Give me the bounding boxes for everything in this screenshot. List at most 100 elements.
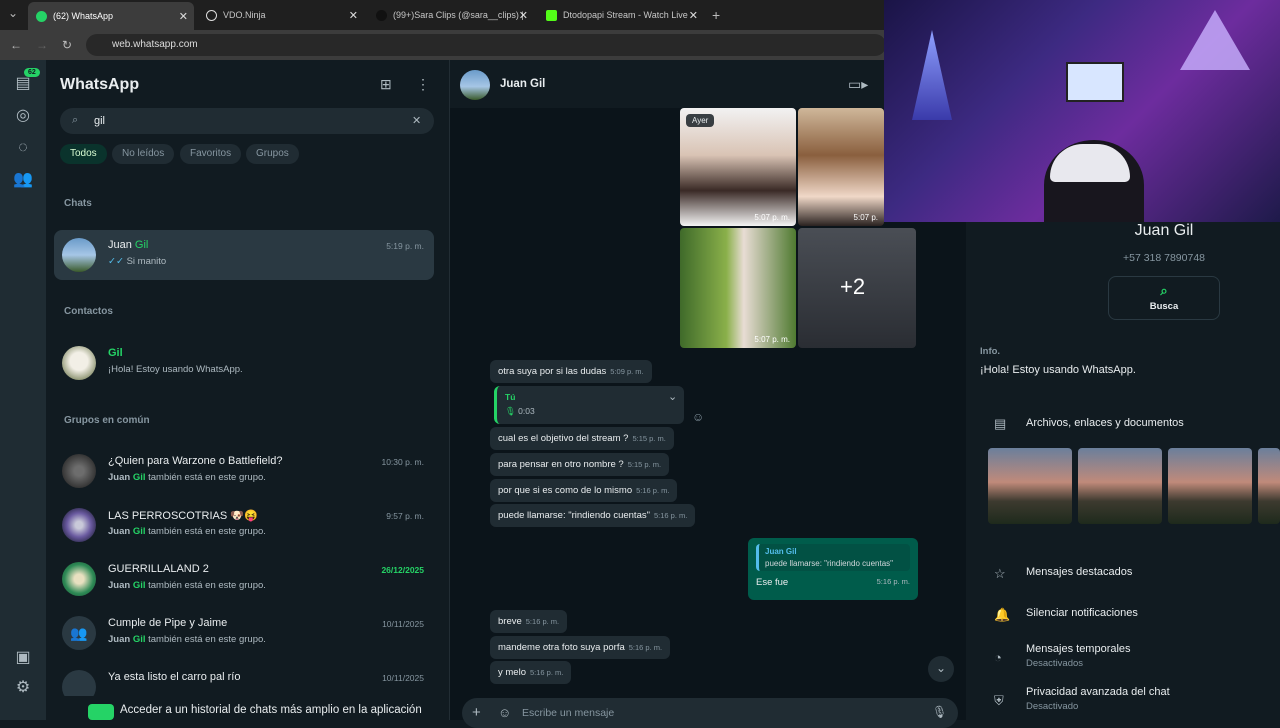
group-sub: Juan Gil también está en este grupo.	[108, 634, 266, 645]
more-count: +2	[840, 274, 866, 299]
chats-icon[interactable]: ▤	[13, 74, 33, 94]
chat-last-message: ✓✓ Si manito	[108, 256, 167, 267]
message-in: otra suya por si las dudas 5:09 p. m.	[490, 360, 652, 383]
group-row[interactable]: LAS PERROSCOTRIAS 🐶😝 Juan Gil también es…	[54, 500, 434, 550]
group-name: GUERRILLALAND 2	[108, 563, 209, 575]
menu-icon[interactable]: ⋮	[416, 76, 430, 93]
voice-message[interactable]: Tú 🎙 0:03	[494, 386, 684, 424]
message-in: cual es el objetivo del stream ? 5:15 p. …	[490, 427, 674, 450]
tab-close-icon[interactable]: ✕	[689, 9, 698, 22]
photo-time: 5:07 p. m.	[754, 213, 790, 222]
photo-thumbnail[interactable]: 5:07 p. m.	[680, 228, 796, 348]
advanced-privacy[interactable]: Privacidad avanzada del chat Desactivado	[1026, 686, 1170, 712]
url-field[interactable]: web.whatsapp.com	[86, 34, 886, 56]
group-name: Ya esta listo el carro pal río	[108, 671, 241, 683]
communities-icon[interactable]: 👥	[13, 170, 33, 190]
vdo-favicon-icon	[206, 9, 217, 21]
group-sub: Juan Gil también está en este grupo.	[108, 526, 266, 537]
group-row[interactable]: 👥 Cumple de Pipe y Jaime Juan Gil tambié…	[54, 608, 434, 658]
filter-all[interactable]: Todos	[60, 144, 107, 164]
attach-plus-icon[interactable]: +	[472, 704, 481, 721]
disappearing-messages[interactable]: Mensajes temporales Desactivados	[1026, 643, 1131, 669]
group-row[interactable]: ¿Quien para Warzone o Battlefield? Juan …	[54, 446, 434, 496]
emoji-icon[interactable]: ☺	[498, 705, 511, 720]
quoted-message[interactable]: Juan Gil puede llamarse: "rindiendo cuen…	[756, 544, 910, 571]
contact-avatar[interactable]	[460, 70, 490, 100]
filter-groups[interactable]: Grupos	[246, 144, 299, 164]
video-call-icon[interactable]: ▭▸	[848, 76, 868, 93]
bell-icon: 🔔	[994, 607, 1011, 622]
clear-search-icon[interactable]: ✕	[412, 114, 421, 127]
mic-icon: 🎙	[505, 406, 516, 416]
group-name: ¿Quien para Warzone o Battlefield?	[108, 455, 283, 467]
contact-name[interactable]: Juan Gil	[500, 78, 545, 90]
media-thumbnail[interactable]	[1078, 448, 1162, 524]
tab-close-icon[interactable]: ✕	[349, 9, 358, 22]
info-about: ¡Hola! Estoy usando WhatsApp.	[980, 364, 1136, 376]
react-emoji-icon[interactable]: ☺	[692, 410, 704, 424]
voice-duration: 🎙 0:03	[505, 406, 535, 416]
photo-thumbnail[interactable]: 5:07 p.	[798, 108, 884, 226]
status-icon[interactable]: ◎	[13, 106, 33, 126]
group-row[interactable]: Ya esta listo el carro pal río 10/11/202…	[54, 662, 434, 696]
section-contacts: Contactos	[64, 306, 113, 317]
chat-time: 5:19 p. m.	[386, 241, 424, 251]
filter-favorites[interactable]: Favoritos	[180, 144, 242, 164]
whatsapp-logo-icon	[88, 704, 114, 720]
search-icon: ⌕	[72, 114, 79, 126]
chat-name: Juan Gil	[108, 239, 149, 251]
section-groups: Grupos en común	[64, 415, 150, 426]
quoted-text: puede llamarse: "rindiendo cuentas"	[765, 559, 893, 568]
starred-messages[interactable]: Mensajes destacados	[1026, 566, 1132, 578]
tab-label: (62) WhatsApp	[53, 11, 114, 21]
message-input[interactable]: Escribe un mensaje	[462, 698, 958, 728]
avatar	[62, 508, 96, 542]
tab-tiktok[interactable]: (99+)Sara Clips (@sara__clips) | ✕	[368, 4, 534, 26]
avatar	[62, 562, 96, 596]
photo-time: 5:07 p.	[853, 213, 878, 222]
message-menu-chevron-icon[interactable]: ⌄	[668, 390, 677, 403]
photo-thumbnail[interactable]: Ayer 5:07 p. m.	[680, 108, 796, 226]
triangle-decoration	[912, 30, 952, 120]
media-thumbnail[interactable]	[1258, 448, 1280, 524]
star-icon: ☆	[994, 566, 1006, 581]
tab-whatsapp[interactable]: (62) WhatsApp ✕	[28, 2, 194, 30]
search-icon: ⌕	[1160, 283, 1168, 298]
media-thumbnail[interactable]	[988, 448, 1072, 524]
group-sub: Juan Gil también está en este grupo.	[108, 580, 266, 591]
search-input[interactable]: gil	[60, 108, 434, 134]
avatar	[62, 454, 96, 488]
reload-icon[interactable]: ↻	[62, 38, 72, 52]
timer-icon: ◔	[994, 650, 1002, 665]
tab-close-icon[interactable]: ✕	[519, 9, 528, 22]
desktop-app-banner[interactable]: Acceder a un historial de chats más ampl…	[120, 704, 476, 724]
forward-icon[interactable]: →	[36, 38, 48, 52]
channels-icon[interactable]: ◌	[13, 138, 33, 158]
media-thumbnail[interactable]	[1168, 448, 1252, 524]
voice-sender: Tú	[505, 392, 516, 402]
search-in-chat-button[interactable]: ⌕ Busca	[1108, 276, 1220, 320]
microphone-icon[interactable]: 🎙	[932, 705, 947, 719]
contact-row-gil[interactable]: Gil ¡Hola! Estoy usando WhatsApp.	[54, 338, 434, 388]
tab-close-icon[interactable]: ✕	[179, 10, 188, 23]
info-label: Info.	[980, 346, 1001, 357]
new-chat-icon[interactable]: ⊞	[380, 76, 392, 93]
back-icon[interactable]: ←	[10, 38, 22, 52]
tab-vdo-ninja[interactable]: VDO.Ninja ✕	[198, 4, 364, 26]
settings-icon[interactable]: ⚙	[13, 678, 33, 698]
files-links-docs[interactable]: Archivos, enlaces y documentos	[1026, 417, 1184, 429]
group-row[interactable]: GUERRILLALAND 2 Juan Gil también está en…	[54, 554, 434, 604]
shield-icon: ⛨	[994, 693, 1004, 708]
tab-kick[interactable]: Dtodopapi Stream - Watch Live ✕	[538, 4, 704, 26]
new-tab-icon[interactable]: +	[712, 7, 720, 23]
filter-unread[interactable]: No leídos	[112, 144, 175, 164]
scroll-down-icon[interactable]: ⌄	[928, 656, 954, 682]
mute-notifications[interactable]: Silenciar notificaciones	[1026, 607, 1138, 619]
monitor-shape	[1066, 62, 1124, 102]
tab-list-icon[interactable]: ⌄	[8, 6, 18, 20]
whatsapp-favicon-icon	[36, 10, 47, 22]
chat-row-juan-gil[interactable]: Juan Gil ✓✓ Si manito 5:19 p. m.	[54, 230, 434, 280]
media-icon[interactable]: ▣	[13, 648, 33, 668]
more-photos-tile[interactable]: +2	[798, 228, 916, 348]
message-in: por que si es como de lo mismo 5:16 p. m.	[490, 479, 678, 502]
